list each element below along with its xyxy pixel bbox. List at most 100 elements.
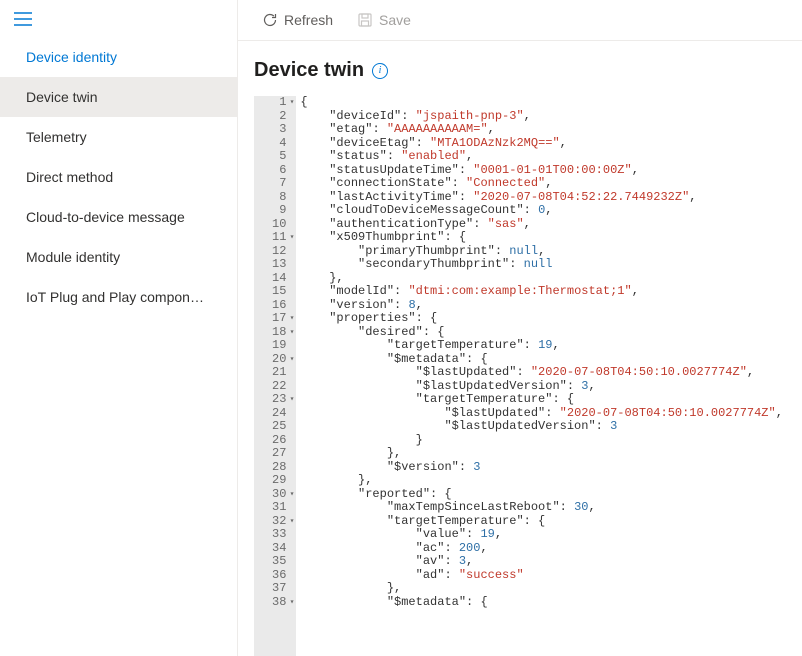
code-line[interactable]: "$metadata": { [300,353,802,367]
code-line[interactable]: "$metadata": { [300,596,802,610]
code-line[interactable]: "ac": 200, [300,542,802,556]
code-line[interactable]: }, [300,474,802,488]
code-line[interactable]: "av": 3, [300,555,802,569]
line-number: 2 [272,110,286,124]
code-line[interactable]: "modelId": "dtmi:com:example:Thermostat;… [300,285,802,299]
code-line[interactable]: "$lastUpdated": "2020-07-08T04:50:10.002… [300,366,802,380]
toolbar: Refresh Save [238,0,802,41]
line-number: 21 [272,366,286,380]
sidebar-item-telemetry[interactable]: Telemetry [0,117,237,157]
code-line[interactable]: "properties": { [300,312,802,326]
code-line[interactable]: "secondaryThumbprint": null [300,258,802,272]
line-number: 24 [272,407,286,421]
code-line[interactable]: "ad": "success" [300,569,802,583]
line-number: 7 [272,177,286,191]
code-line[interactable]: "targetTemperature": { [300,393,802,407]
code-line[interactable]: "$lastUpdatedVersion": 3 [300,420,802,434]
sidebar-nav: Device identity Device twin Telemetry Di… [0,37,237,317]
line-number: 3 [272,123,286,137]
code-line[interactable]: "desired": { [300,326,802,340]
sidebar-item-module-identity[interactable]: Module identity [0,237,237,277]
code-line[interactable]: "targetTemperature": { [300,515,802,529]
app-root: Device identity Device twin Telemetry Di… [0,0,802,656]
line-number: 30 [272,488,286,502]
line-number: 15 [272,285,286,299]
line-number: 35 [272,555,286,569]
code-line[interactable]: } [300,434,802,448]
info-icon[interactable]: i [372,63,388,79]
line-number: 31 [272,501,286,515]
code-line[interactable]: "connectionState": "Connected", [300,177,802,191]
sidebar-item-iot-plug-and-play[interactable]: IoT Plug and Play compone… [0,277,237,317]
code-line[interactable]: "version": 8, [300,299,802,313]
refresh-label: Refresh [284,12,333,28]
line-number: 32 [272,515,286,529]
code-line[interactable]: "lastActivityTime": "2020-07-08T04:52:22… [300,191,802,205]
sidebar-item-device-identity[interactable]: Device identity [0,37,237,77]
code-line[interactable]: "cloudToDeviceMessageCount": 0, [300,204,802,218]
code-line[interactable]: "etag": "AAAAAAAAAAM=", [300,123,802,137]
line-number: 4 [272,137,286,151]
hamburger-button[interactable] [0,0,237,37]
line-number: 5 [272,150,286,164]
line-number: 23 [272,393,286,407]
main-panel: Refresh Save Device twin i 1234567891011… [238,0,802,656]
line-number: 26 [272,434,286,448]
line-number: 11 [272,231,286,245]
line-number: 18 [272,326,286,340]
line-number: 12 [272,245,286,259]
code-line[interactable]: "targetTemperature": 19, [300,339,802,353]
line-number: 22 [272,380,286,394]
line-number: 29 [272,474,286,488]
refresh-button[interactable]: Refresh [254,8,341,32]
code-line[interactable]: "$lastUpdatedVersion": 3, [300,380,802,394]
line-number: 10 [272,218,286,232]
line-number: 14 [272,272,286,286]
line-number: 36 [272,569,286,583]
code-line[interactable]: "deviceId": "jspaith-pnp-3", [300,110,802,124]
code-line[interactable]: }, [300,582,802,596]
hamburger-icon [14,12,32,26]
save-label: Save [379,12,411,28]
code-line[interactable]: }, [300,272,802,286]
line-number: 17 [272,312,286,326]
sidebar-item-device-twin[interactable]: Device twin [0,77,237,117]
code-line[interactable]: "statusUpdateTime": "0001-01-01T00:00:00… [300,164,802,178]
line-number: 6 [272,164,286,178]
json-editor[interactable]: 1234567891011121314151617181920212223242… [238,96,802,656]
code-line[interactable]: "$version": 3 [300,461,802,475]
code-line[interactable]: "$lastUpdated": "2020-07-08T04:50:10.002… [300,407,802,421]
page-title-row: Device twin i [238,41,802,96]
line-number: 37 [272,582,286,596]
save-button: Save [349,8,419,32]
line-number: 33 [272,528,286,542]
save-icon [357,12,373,28]
line-number-gutter: 1234567891011121314151617181920212223242… [254,96,296,656]
line-number: 19 [272,339,286,353]
code-line[interactable]: "authenticationType": "sas", [300,218,802,232]
code-area[interactable]: { "deviceId": "jspaith-pnp-3", "etag": "… [296,96,802,656]
refresh-icon [262,12,278,28]
code-line[interactable]: "status": "enabled", [300,150,802,164]
line-number: 13 [272,258,286,272]
code-line[interactable]: "reported": { [300,488,802,502]
line-number: 16 [272,299,286,313]
code-line[interactable]: { [300,96,802,110]
line-number: 28 [272,461,286,475]
code-line[interactable]: "x509Thumbprint": { [300,231,802,245]
code-line[interactable]: "value": 19, [300,528,802,542]
line-number: 20 [272,353,286,367]
code-line[interactable]: "maxTempSinceLastReboot": 30, [300,501,802,515]
sidebar-item-direct-method[interactable]: Direct method [0,157,237,197]
page-title: Device twin [254,59,364,82]
code-line[interactable]: "primaryThumbprint": null, [300,245,802,259]
line-number: 1 [272,96,286,110]
line-number: 9 [272,204,286,218]
code-line[interactable]: "deviceEtag": "MTA1ODAzNzk2MQ==", [300,137,802,151]
line-number: 8 [272,191,286,205]
line-number: 34 [272,542,286,556]
line-number: 25 [272,420,286,434]
line-number: 27 [272,447,286,461]
sidebar-item-cloud-to-device-message[interactable]: Cloud-to-device message [0,197,237,237]
code-line[interactable]: }, [300,447,802,461]
